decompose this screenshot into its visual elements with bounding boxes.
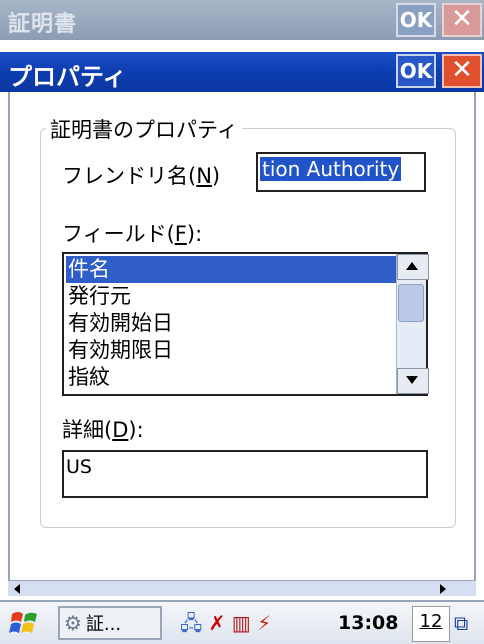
date-button[interactable]: 12 [412,606,450,642]
arrow-left-icon[interactable] [14,584,20,594]
list-item[interactable]: 有効期限日 [66,337,402,364]
taskbar-task-button[interactable]: ⚙ 証... [58,606,162,640]
friendly-name-label: フレンドリ名(N) [62,164,221,188]
dialog-title: プロパティ [8,63,127,91]
antenna-off-icon[interactable]: ✗ [209,611,226,635]
scroll-up-button[interactable] [397,254,429,280]
system-tray[interactable]: 🖧 ✗ ▥ ⚡ [180,606,330,640]
clock[interactable]: 13:08 [338,606,410,640]
fields-label: フィールド(F): [62,222,203,246]
windows-flag-icon [9,612,37,633]
fields-listbox[interactable]: 件名 発行元 有効開始日 有効期限日 指紋 [62,252,428,396]
gear-icon: ⚙ [64,611,82,635]
battery-charging-icon[interactable]: ⚡ [257,611,271,635]
scroll-down-button[interactable] [397,368,429,394]
signal-icon[interactable]: ▥ [232,611,251,635]
task-label: 証... [85,614,122,635]
start-button[interactable] [8,606,46,640]
fields-vertical-scrollbar[interactable] [396,254,429,394]
arrow-right-icon[interactable] [440,584,446,594]
dialog-ok-button[interactable]: OK [396,54,436,88]
desktop-windows-icon[interactable]: ⧉ [454,606,482,640]
network-icon[interactable]: 🖧 [180,611,202,635]
horizontal-scrollbar[interactable] [8,580,476,596]
friendly-name-value: tion Authority [260,157,402,181]
list-item[interactable]: 件名 [66,256,402,283]
list-item[interactable]: 発行元 [66,283,402,310]
group-label: 証明書のプロパティ [46,114,242,144]
arrow-up-icon [406,262,418,270]
dialog-close-button[interactable]: ✕ [442,54,482,88]
background-ok-button[interactable]: OK [396,3,436,37]
arrow-down-icon [406,376,418,384]
details-field[interactable]: US [62,450,428,498]
list-item[interactable]: 指紋 [66,364,402,391]
details-label: 詳細(D): [62,418,144,442]
background-window-title: 証明書 [8,12,78,37]
list-item[interactable]: 有効開始日 [66,310,402,337]
background-close-button[interactable]: ✕ [442,3,482,37]
friendly-name-input[interactable]: tion Authority [256,152,426,192]
scroll-thumb[interactable] [398,284,424,322]
